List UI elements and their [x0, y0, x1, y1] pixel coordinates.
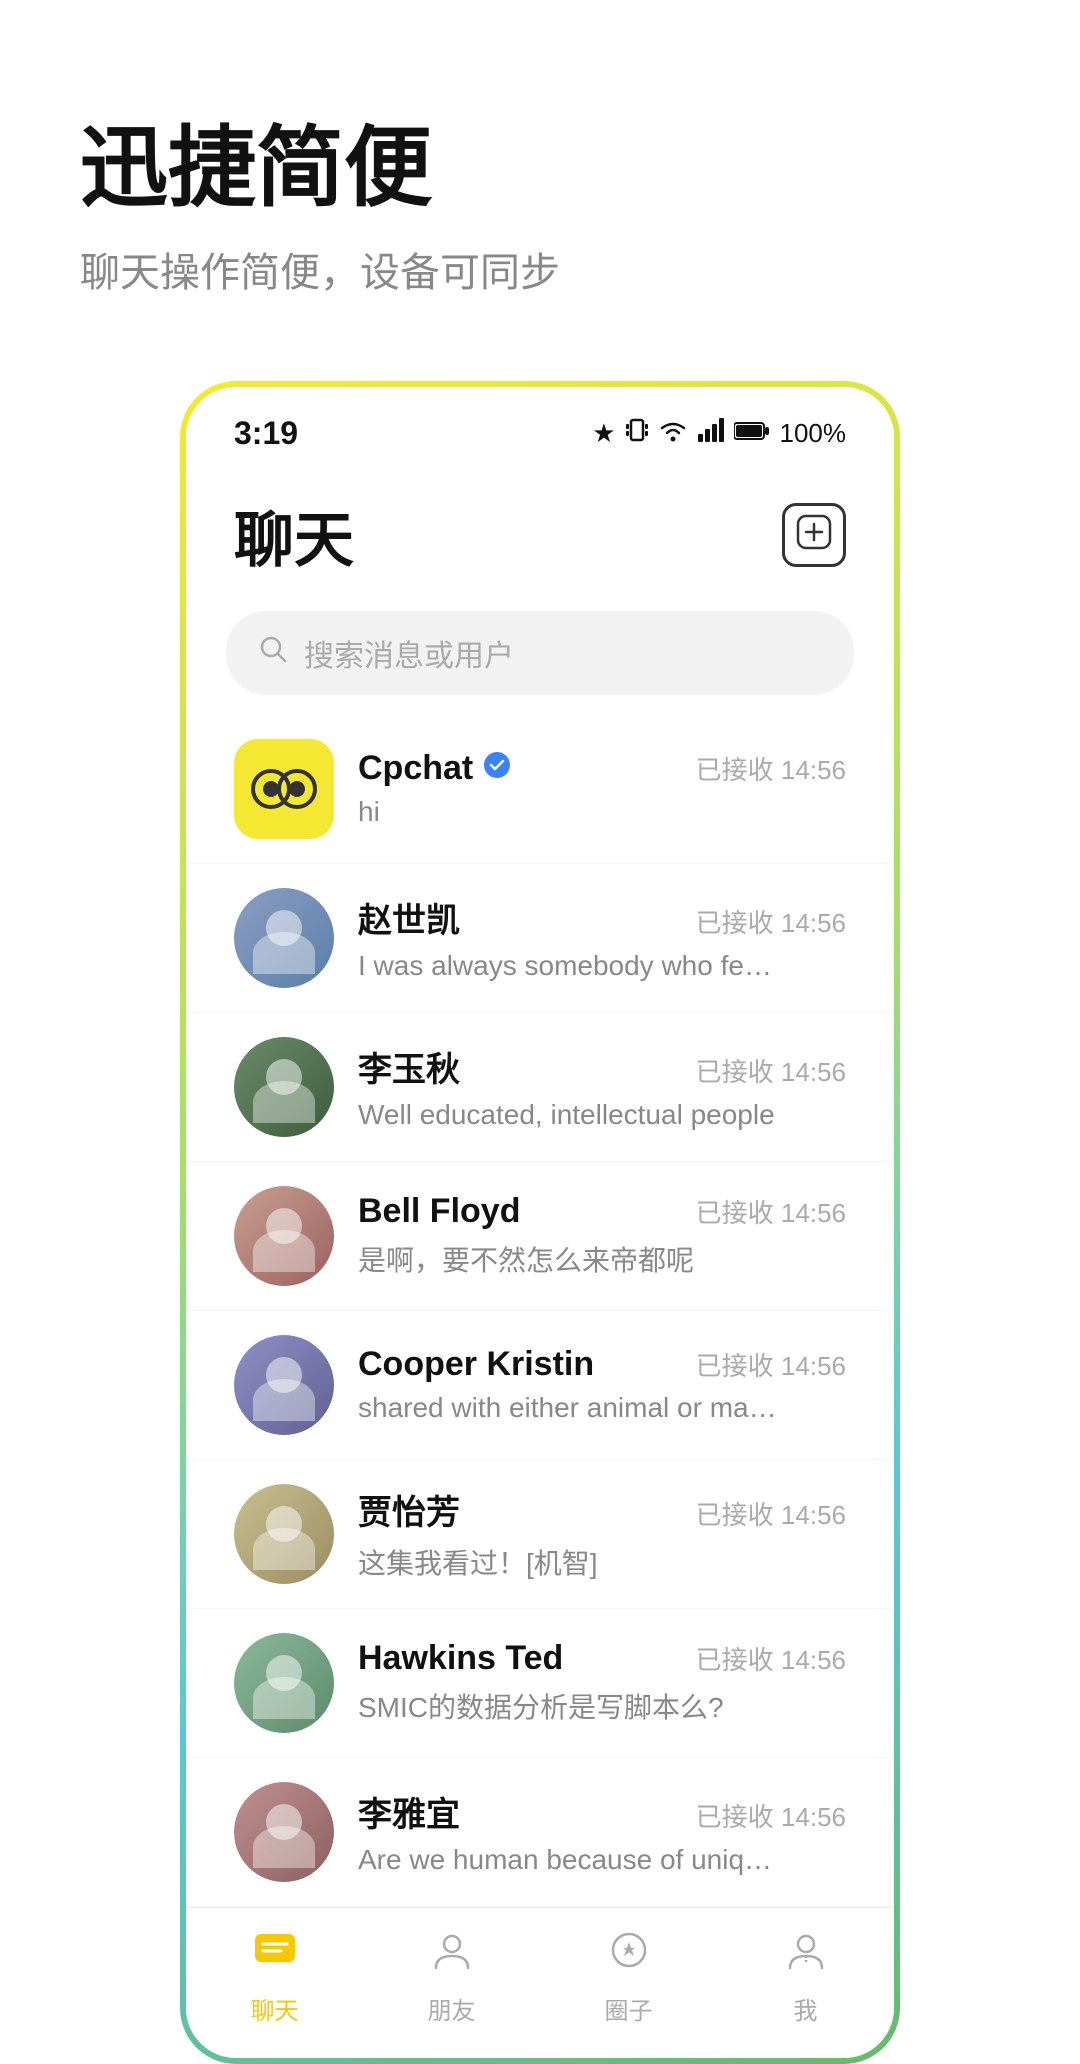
chat-name: Bell Floyd [358, 1192, 520, 1231]
vibrate-icon [626, 416, 648, 451]
chat-content: Hawkins Ted 已接收 14:56 SMIC的数据分析是写脚本么? [358, 1639, 846, 1726]
user-avatar [234, 888, 334, 988]
user-avatar [234, 1186, 334, 1286]
chat-preview: Well educated, intellectual people [358, 1099, 778, 1131]
chat-content: 李雅宜 已接收 14:56 Are we human because of un… [358, 1787, 846, 1876]
search-bar[interactable]: 搜索消息或用户 [226, 611, 854, 695]
chat-content: 贾怡芳 已接收 14:56 这集我看过！[机智] [358, 1485, 846, 1582]
add-icon [796, 514, 832, 556]
chat-content: 赵世凯 已接收 14:56 I was always somebody who … [358, 893, 846, 982]
status-bar: 3:19 ★ 100% [186, 387, 894, 468]
chat-time: 已接收 14:56 [696, 1193, 846, 1230]
status-icons: ★ 100% [592, 416, 846, 451]
wifi-icon [658, 418, 688, 449]
tab-friends[interactable]: 朋友 [392, 1928, 512, 2026]
chat-time: 已接收 14:56 [696, 903, 846, 940]
chat-preview: I was always somebody who felt quite ... [358, 950, 778, 982]
chat-item[interactable]: 赵世凯 已接收 14:56 I was always somebody who … [186, 864, 894, 1013]
battery-percent: 100% [780, 418, 847, 449]
page-subtitle: 聊天操作简便，设备可同步 [80, 245, 1000, 301]
me-nav-icon [784, 1928, 828, 1983]
user-avatar [234, 1633, 334, 1733]
tab-friends-label: 朋友 [428, 1991, 476, 2026]
page-title: 迅捷简便 [80, 120, 1000, 217]
chat-name: Hawkins Ted [358, 1639, 563, 1678]
chat-name: 赵世凯 [358, 893, 460, 942]
friends-nav-icon [430, 1928, 474, 1983]
chat-nav-icon [251, 1928, 299, 1983]
chat-item[interactable]: 贾怡芳 已接收 14:56 这集我看过！[机智] [186, 1460, 894, 1609]
chat-time: 已接收 14:56 [696, 1052, 846, 1089]
chat-time: 已接收 14:56 [696, 1797, 846, 1834]
cpchat-avatar [234, 739, 334, 839]
tab-chat-label: 聊天 [251, 1991, 299, 2026]
signal-icon [698, 418, 724, 449]
tab-me[interactable]: 我 [746, 1928, 866, 2026]
tab-me-label: 我 [794, 1991, 818, 2026]
chat-preview: shared with either animal or machine? [358, 1392, 778, 1424]
chat-item[interactable]: Cpchat 已接收 14:56 hi [186, 715, 894, 864]
chat-content: Bell Floyd 已接收 14:56 是啊，要不然怎么来帝都呢 [358, 1192, 846, 1279]
chat-item[interactable]: 李雅宜 已接收 14:56 Are we human because of un… [186, 1758, 894, 1907]
chat-preview: 这集我看过！[机智] [358, 1542, 778, 1582]
chat-content: Cooper Kristin 已接收 14:56 shared with eit… [358, 1345, 846, 1424]
status-time: 3:19 [234, 415, 298, 452]
chat-name: Cpchat [358, 749, 511, 788]
chat-name: 贾怡芳 [358, 1485, 460, 1534]
circle-nav-icon [607, 1928, 651, 1983]
chat-preview: Are we human because of unique traits an… [358, 1844, 778, 1876]
battery-icon [734, 418, 770, 449]
chat-item[interactable]: Bell Floyd 已接收 14:56 是啊，要不然怎么来帝都呢 [186, 1162, 894, 1311]
chat-time: 已接收 14:56 [696, 1495, 846, 1532]
phone-frame: 3:19 ★ 100% 聊天 [180, 381, 900, 2064]
chat-list: Cpchat 已接收 14:56 hi 赵世凯 已接收 14:56 [186, 715, 894, 1907]
search-icon [258, 634, 288, 672]
chat-item[interactable]: 李玉秋 已接收 14:56 Well educated, intellectua… [186, 1013, 894, 1162]
chat-time: 已接收 14:56 [696, 1640, 846, 1677]
chat-preview: 是啊，要不然怎么来帝都呢 [358, 1239, 778, 1279]
chat-item[interactable]: Cooper Kristin 已接收 14:56 shared with eit… [186, 1311, 894, 1460]
app-title: 聊天 [234, 492, 354, 579]
tab-chat[interactable]: 聊天 [215, 1928, 335, 2026]
verified-badge [483, 751, 511, 786]
chat-time: 已接收 14:56 [696, 750, 846, 787]
user-avatar [234, 1782, 334, 1882]
search-placeholder: 搜索消息或用户 [304, 631, 514, 675]
chat-preview: hi [358, 796, 778, 828]
user-avatar [234, 1484, 334, 1584]
chat-time: 已接收 14:56 [696, 1346, 846, 1383]
bottom-nav: 聊天 朋友 圈子 [186, 1907, 894, 2058]
user-avatar [234, 1335, 334, 1435]
app-header: 聊天 [186, 468, 894, 603]
chat-content: 李玉秋 已接收 14:56 Well educated, intellectua… [358, 1042, 846, 1131]
user-avatar [234, 1037, 334, 1137]
chat-name: 李玉秋 [358, 1042, 460, 1091]
chat-name: 李雅宜 [358, 1787, 460, 1836]
chat-content: Cpchat 已接收 14:56 hi [358, 749, 846, 828]
chat-item[interactable]: Hawkins Ted 已接收 14:56 SMIC的数据分析是写脚本么? [186, 1609, 894, 1758]
chat-preview: SMIC的数据分析是写脚本么? [358, 1686, 778, 1726]
chat-name: Cooper Kristin [358, 1345, 594, 1384]
add-button[interactable] [782, 503, 846, 567]
tab-circle-label: 圈子 [605, 1991, 653, 2026]
bluetooth-icon: ★ [592, 418, 615, 449]
tab-circle[interactable]: 圈子 [569, 1928, 689, 2026]
